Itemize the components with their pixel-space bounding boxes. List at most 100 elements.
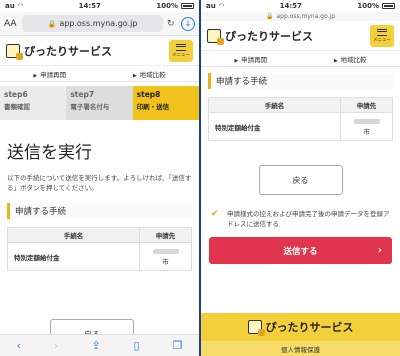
footer-logo[interactable]: ぴったりサービス bbox=[201, 313, 400, 336]
subnav-compare-label: 地域比較 bbox=[340, 55, 367, 64]
lock-icon: 🔒 bbox=[47, 19, 57, 28]
send-copy-checkbox-row[interactable]: ✔ 申請様式の控えおよび申請完了後の申請データを登録アドレスに送信する bbox=[201, 209, 400, 229]
send-button-label: 送信する bbox=[283, 246, 318, 257]
destination-city: 市 bbox=[363, 127, 370, 136]
destination-city: 市 bbox=[162, 257, 169, 266]
back-arrow-icon[interactable]: ‹ bbox=[17, 339, 21, 352]
site-footer: ぴったりサービス 個人情報保護 bbox=[201, 313, 400, 356]
subnav-resume-label: 申請再開 bbox=[40, 70, 67, 79]
logo-text: ぴったりサービス bbox=[24, 44, 112, 58]
column-header: 申請先 bbox=[139, 227, 192, 243]
url-field[interactable]: 🔒 app.oss.myna.go.jp bbox=[22, 15, 163, 32]
site-logo[interactable]: ぴったりサービス bbox=[6, 43, 112, 60]
page-title: 送信を実行 bbox=[7, 143, 92, 163]
sub-navigation: ▶ 申請再開 ▶ 地域比較 bbox=[201, 51, 400, 67]
menu-label: メニュー bbox=[172, 52, 190, 58]
column-header: 手続名 bbox=[7, 227, 140, 243]
subnav-compare-link[interactable]: ▶ 地域比較 bbox=[334, 54, 367, 64]
menu-button[interactable]: メニュー bbox=[169, 39, 193, 62]
battery-label: 100% bbox=[357, 2, 379, 10]
tabs-icon[interactable]: ❐ bbox=[173, 339, 183, 352]
step-indicator: step6 書類確認 step7 電子署名付与 step8 印刷・送信 bbox=[0, 86, 199, 120]
privacy-link[interactable]: 個人情報保護 bbox=[201, 341, 400, 356]
checkbox-label: 申請様式の控えおよび申請完了後の申請データを登録アドレスに送信する bbox=[227, 210, 390, 228]
subnav-resume-label: 申請再開 bbox=[241, 55, 268, 64]
column-header: 申請先 bbox=[340, 97, 393, 113]
logo-icon bbox=[207, 28, 224, 45]
table-row: 特別定額給付金 市 bbox=[208, 112, 393, 141]
step-label: 印刷・送信 bbox=[136, 103, 170, 111]
reader-aa-button[interactable]: AA bbox=[4, 19, 18, 29]
browser-url-bar: AA 🔒 app.oss.myna.go.jp ↻ ↓ bbox=[0, 12, 199, 36]
forward-arrow-icon[interactable]: › bbox=[54, 339, 58, 352]
table-header-row: 手続名 申請先 bbox=[208, 97, 393, 113]
subnav-resume-link[interactable]: ▶ 申請再開 bbox=[33, 69, 66, 79]
browser-toolbar: ‹ › ⇪ ▯ ❐ bbox=[0, 334, 199, 356]
browser-url-bar-compact[interactable]: 🔒 app.oss.myna.go.jp bbox=[201, 12, 400, 21]
column-header: 手続名 bbox=[208, 97, 341, 113]
step-label: 電子署名付与 bbox=[70, 103, 110, 111]
application-table: 手続名 申請先 特別定額給付金 市 bbox=[208, 97, 393, 141]
checkmark-icon[interactable]: ✔ bbox=[211, 209, 221, 219]
procedure-name-cell: 特別定額給付金 bbox=[7, 242, 140, 271]
section-heading: 申請する手続 bbox=[208, 73, 393, 89]
url-text: app.oss.myna.go.jp bbox=[276, 13, 336, 20]
wifi-icon: ◠ bbox=[218, 2, 225, 10]
menu-button[interactable]: メニュー bbox=[370, 24, 394, 47]
wifi-icon: ◠ bbox=[17, 2, 24, 10]
battery-label: 100% bbox=[156, 2, 178, 10]
menu-label: メニュー bbox=[373, 37, 391, 43]
redacted-text bbox=[152, 248, 179, 254]
site-header: ぴったりサービス メニュー bbox=[0, 36, 199, 66]
table-row: 特別定額給付金 市 bbox=[7, 242, 192, 271]
triangle-icon: ▶ bbox=[234, 57, 239, 64]
right-screen: au ◠ 14:57 100% 🔒 app.oss.myna.go.jp ぴったり… bbox=[201, 0, 400, 356]
table-header-row: 手続名 申請先 bbox=[7, 227, 192, 243]
logo-icon bbox=[247, 320, 265, 336]
download-icon[interactable]: ↓ bbox=[181, 16, 195, 31]
battery-icon bbox=[180, 3, 194, 9]
chevron-right-icon: › bbox=[377, 245, 382, 256]
reload-icon[interactable]: ↻ bbox=[167, 19, 177, 29]
lock-icon: 🔒 bbox=[265, 13, 274, 20]
site-header: ぴったりサービス メニュー bbox=[201, 21, 400, 51]
clock: 14:57 bbox=[78, 2, 101, 10]
subnav-resume-link[interactable]: ▶ 申請再開 bbox=[234, 54, 267, 64]
destination-cell: 市 bbox=[340, 112, 393, 141]
send-button[interactable]: 送信する › bbox=[209, 237, 392, 264]
subnav-compare-label: 地域比較 bbox=[139, 70, 166, 79]
step-number: step8 bbox=[136, 90, 161, 99]
status-bar: au ◠ 14:57 100% bbox=[201, 0, 400, 12]
application-table: 手続名 申請先 特別定額給付金 市 bbox=[7, 227, 192, 271]
triangle-icon: ▶ bbox=[333, 57, 338, 64]
intro-text: 以下の手続について送信を実行します。よろしければ、「送信する」ボタンを押してくだ… bbox=[7, 174, 192, 192]
footer-logo-text: ぴったりサービス bbox=[265, 321, 354, 334]
carrier-label: au bbox=[5, 2, 15, 10]
bookmarks-icon[interactable]: ▯ bbox=[134, 339, 140, 352]
destination-cell: 市 bbox=[139, 242, 192, 271]
share-icon[interactable]: ⇪ bbox=[91, 339, 100, 352]
logo-text: ぴったりサービス bbox=[225, 29, 313, 43]
step-6: step6 書類確認 bbox=[0, 86, 67, 120]
triangle-icon: ▶ bbox=[132, 72, 137, 79]
status-bar: au ◠ 14:57 100% bbox=[0, 0, 199, 12]
back-button-row: 戻る bbox=[201, 165, 400, 195]
url-text: app.oss.myna.go.jp bbox=[59, 19, 138, 28]
step-number: step6 bbox=[4, 90, 28, 99]
back-button[interactable]: 戻る bbox=[258, 165, 343, 195]
carrier-label: au bbox=[206, 2, 216, 10]
procedure-name-cell: 特別定額給付金 bbox=[208, 112, 341, 141]
step-label: 書類確認 bbox=[4, 103, 30, 111]
battery-icon bbox=[381, 3, 395, 9]
subnav-compare-link[interactable]: ▶ 地域比較 bbox=[133, 69, 166, 79]
menu-icon bbox=[377, 28, 387, 36]
logo-icon bbox=[6, 43, 23, 60]
triangle-icon: ▶ bbox=[33, 72, 38, 79]
site-logo[interactable]: ぴったりサービス bbox=[207, 28, 313, 45]
step-8-current: step8 印刷・送信 bbox=[132, 86, 199, 120]
left-screen: au ◠ 14:57 100% AA 🔒 app.oss.myna.go.jp ↻… bbox=[0, 0, 199, 356]
step-7: step7 電子署名付与 bbox=[66, 86, 133, 120]
section-heading: 申請する手続 bbox=[7, 203, 192, 219]
redacted-text bbox=[353, 118, 380, 124]
menu-icon bbox=[176, 43, 186, 51]
